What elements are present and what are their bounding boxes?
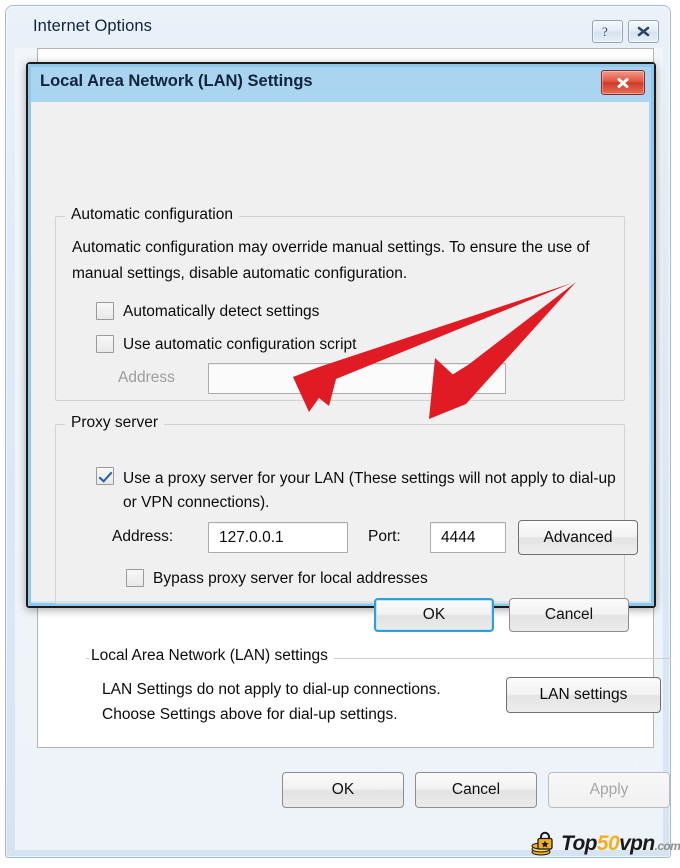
watermark-vpn: vpn	[619, 831, 655, 855]
dialog-cancel-button[interactable]: Cancel	[509, 598, 629, 632]
bypass-proxy-row[interactable]: Bypass proxy server for local addresses	[126, 569, 428, 588]
use-automatic-configuration-script-row[interactable]: Use automatic configuration script	[96, 335, 356, 354]
use-proxy-server-label: Use a proxy server for your LAN (These s…	[123, 470, 616, 511]
cancel-button[interactable]: Cancel	[415, 772, 537, 808]
advanced-button[interactable]: Advanced	[518, 520, 638, 555]
watermark-com: .com	[654, 838, 680, 853]
lan-settings-button[interactable]: LAN settings	[506, 677, 661, 713]
auto-detect-settings-label: Automatically detect settings	[123, 303, 320, 320]
dialog-title: Local Area Network (LAN) Settings	[40, 72, 313, 90]
script-address-input	[208, 363, 506, 394]
svg-text:?: ?	[602, 25, 608, 38]
script-address-label: Address	[118, 369, 175, 386]
window-titlebar: Internet Options ?	[6, 6, 670, 48]
padlock-coins-icon	[531, 831, 553, 856]
use-automatic-configuration-script-label: Use automatic configuration script	[123, 336, 357, 353]
help-button[interactable]: ?	[592, 20, 623, 43]
automatic-configuration-description: Automatic configuration may override man…	[72, 239, 590, 282]
proxy-port-input[interactable]: 4444	[430, 522, 506, 553]
dialog-body: Automatic configuration Automatic config…	[31, 102, 649, 632]
proxy-address-input[interactable]: 127.0.0.1	[208, 522, 348, 553]
watermark-50: 50	[596, 831, 620, 855]
apply-button: Apply	[548, 772, 670, 808]
lan-settings-group-legend: Local Area Network (LAN) settings	[89, 647, 334, 665]
close-button[interactable]	[628, 20, 659, 43]
lan-settings-description: LAN Settings do not apply to dial-up con…	[102, 681, 441, 723]
use-proxy-server-checkbox[interactable]	[96, 467, 114, 485]
close-icon[interactable]	[601, 70, 645, 95]
lan-settings-dialog: Local Area Network (LAN) Settings Automa…	[26, 62, 656, 632]
dialog-titlebar: Local Area Network (LAN) Settings	[28, 64, 654, 102]
internet-options-window: Internet Options ? Local Area Network (L…	[5, 5, 671, 858]
bypass-proxy-checkbox[interactable]	[126, 569, 144, 587]
watermark-top: Top	[561, 831, 598, 855]
proxy-server-legend: Proxy server	[65, 414, 164, 432]
use-proxy-server-row[interactable]: Use a proxy server for your LAN (These s…	[96, 467, 623, 515]
watermark: Top50vpn.com	[531, 828, 680, 858]
automatic-configuration-legend: Automatic configuration	[65, 206, 239, 224]
bypass-proxy-label: Bypass proxy server for local addresses	[153, 570, 428, 587]
proxy-port-label: Port:	[368, 528, 401, 545]
lan-settings-group: Local Area Network (LAN) settings LAN Se…	[86, 647, 671, 739]
dialog-ok-button[interactable]: OK	[374, 598, 494, 632]
auto-detect-settings-row[interactable]: Automatically detect settings	[96, 302, 319, 321]
use-automatic-configuration-script-checkbox[interactable]	[96, 335, 114, 353]
proxy-server-group: Proxy server Use a proxy server for your…	[55, 414, 638, 604]
window-title: Internet Options	[33, 17, 153, 35]
automatic-configuration-group: Automatic configuration Automatic config…	[55, 206, 625, 401]
proxy-address-label: Address:	[112, 528, 174, 545]
ok-button[interactable]: OK	[282, 772, 404, 808]
auto-detect-settings-checkbox[interactable]	[96, 302, 114, 320]
